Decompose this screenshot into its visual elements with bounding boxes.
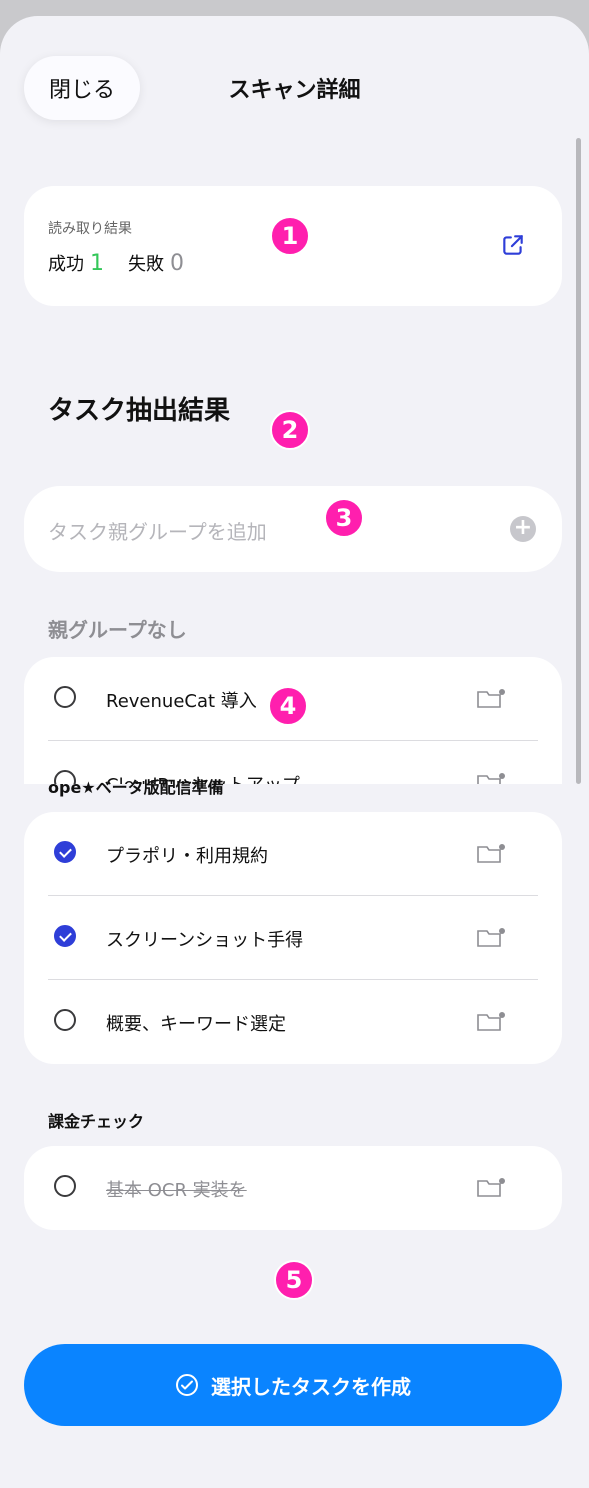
radio-checked-icon[interactable] <box>54 841 76 863</box>
annotation-badge-3: 3 <box>324 498 364 538</box>
close-button[interactable]: 閉じる <box>24 56 140 120</box>
task-row[interactable]: 概要、キーワード選定 <box>24 980 562 1064</box>
group-label-beta: ope★ベータ版配信準備 <box>48 778 224 797</box>
folder-settings-icon[interactable] <box>476 1010 508 1034</box>
annotation-badge-5: 5 <box>274 1260 314 1300</box>
task-label: RevenueCat 導入 <box>106 691 257 712</box>
group-card-beta: プラポリ・利用規約 スクリーンショット手得 概要、キーワード選定 <box>24 812 562 1064</box>
group-label-billing: 課金チェック <box>48 1112 145 1131</box>
task-label: プラポリ・利用規約 <box>106 846 268 867</box>
folder-settings-icon[interactable] <box>476 926 508 950</box>
task-row[interactable]: スクリーンショット手得 <box>24 896 562 980</box>
section-title: タスク抽出結果 <box>48 396 231 426</box>
success-label: 成功 <box>48 254 84 275</box>
fail-label: 失敗 <box>128 254 164 275</box>
task-label: スクリーンショット手得 <box>106 930 304 951</box>
radio-checked-icon[interactable] <box>54 925 76 947</box>
folder-settings-icon[interactable] <box>476 1176 508 1200</box>
annotation-badge-1: 1 <box>270 216 310 256</box>
add-parent-group-field[interactable]: タスク親グループを追加 + <box>24 486 562 572</box>
radio-icon[interactable] <box>54 1009 76 1031</box>
group-label-none: 親グループなし <box>48 618 187 642</box>
success-count: 1 <box>90 251 104 276</box>
fail-count: 0 <box>170 251 184 276</box>
create-tasks-label: 選択したタスクを作成 <box>211 1374 411 1399</box>
plus-icon[interactable]: + <box>510 516 536 542</box>
scrollbar[interactable] <box>576 138 581 784</box>
radio-icon[interactable] <box>54 1175 76 1197</box>
add-group-placeholder: タスク親グループを追加 <box>48 520 267 544</box>
scan-result-stats: 成功 1 失敗 0 <box>48 250 184 276</box>
scroll-area[interactable]: 閉じる スキャン詳細 読み取り結果 成功 1 失敗 0 タスク抽出結果 タスク親… <box>0 16 589 784</box>
task-label: 概要、キーワード選定 <box>106 1014 286 1035</box>
task-row[interactable]: 基本 OCR 実装を <box>24 1146 562 1230</box>
annotation-badge-2: 2 <box>270 410 310 450</box>
folder-settings-icon[interactable] <box>476 687 508 711</box>
open-external-icon[interactable] <box>500 232 526 258</box>
scan-detail-sheet: 閉じる スキャン詳細 読み取り結果 成功 1 失敗 0 タスク抽出結果 タスク親… <box>0 16 589 1488</box>
folder-settings-icon[interactable] <box>476 771 508 784</box>
check-circle-icon <box>176 1374 198 1396</box>
group-card-billing: 基本 OCR 実装を <box>24 1146 562 1230</box>
task-row[interactable]: プラポリ・利用規約 <box>24 812 562 896</box>
annotation-badge-4: 4 <box>268 686 308 726</box>
create-tasks-button[interactable]: 選択したタスクを作成 <box>24 1344 562 1426</box>
page-title: スキャン詳細 <box>228 78 361 103</box>
scan-result-label: 読み取り結果 <box>48 221 132 237</box>
task-label: 基本 OCR 実装を <box>106 1180 247 1201</box>
radio-icon[interactable] <box>54 686 76 708</box>
folder-settings-icon[interactable] <box>476 842 508 866</box>
